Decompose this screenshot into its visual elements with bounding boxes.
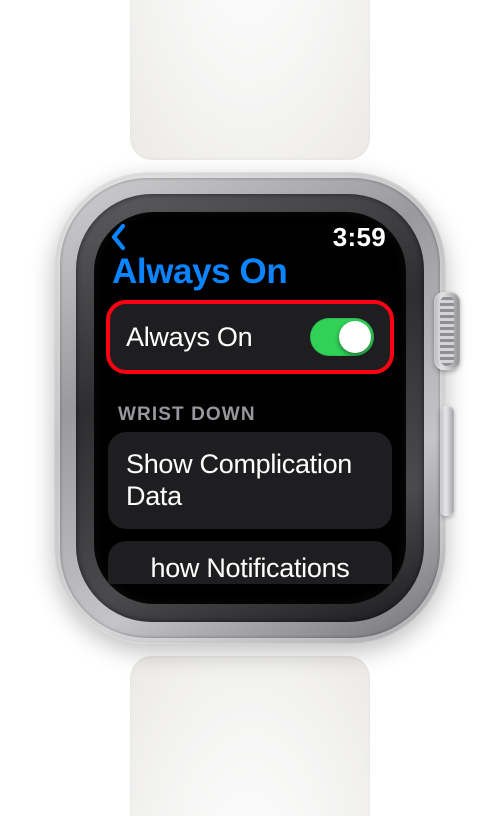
side-button[interactable] — [440, 406, 454, 516]
show-notifications-row-partial[interactable]: how Notifications — [108, 541, 392, 584]
watch-screen: 3:59 Always On Always On Wrist Down Show… — [94, 212, 406, 604]
complication-data-label: Show Complication Data — [126, 448, 374, 513]
back-chevron-icon[interactable] — [110, 223, 128, 251]
switch-knob — [339, 321, 371, 353]
always-on-toggle-row[interactable]: Always On — [108, 302, 392, 372]
always-on-label: Always On — [126, 321, 252, 353]
digital-crown[interactable] — [434, 292, 460, 370]
status-time: 3:59 — [333, 222, 386, 253]
page-title: Always On — [94, 252, 406, 302]
watch-strap-bottom — [130, 656, 370, 816]
always-on-switch[interactable] — [310, 318, 374, 356]
status-bar: 3:59 — [94, 212, 406, 252]
watch-case: 3:59 Always On Always On Wrist Down Show… — [54, 172, 446, 644]
show-complication-data-row[interactable]: Show Complication Data — [108, 432, 392, 529]
wrist-down-section-header: Wrist Down — [94, 384, 406, 432]
notifications-label-partial: how Notifications — [151, 553, 350, 583]
watch-strap-top — [130, 0, 370, 160]
